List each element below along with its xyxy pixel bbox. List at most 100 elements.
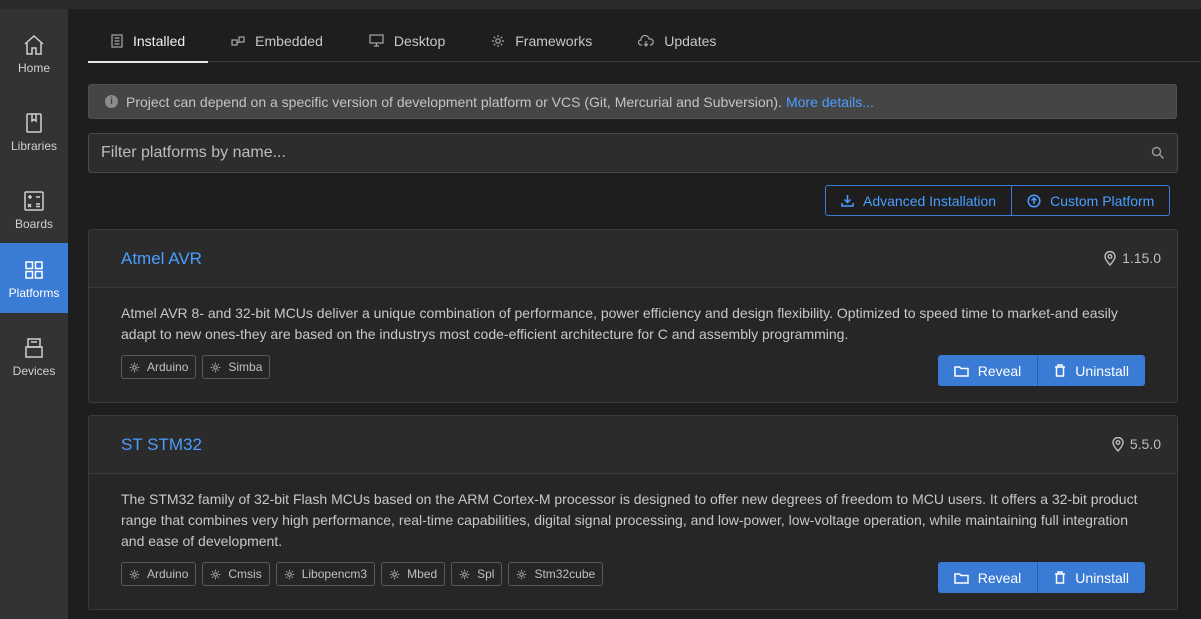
sidebar-item-label: Devices [12,364,56,378]
sidebar-item-label: Home [17,61,50,75]
platform-card-header: Atmel AVR 1.15.0 [89,230,1177,288]
monitor-icon [369,34,384,47]
uninstall-button[interactable]: Uninstall [1038,562,1145,593]
framework-tag-label: Simba [228,360,263,374]
filter-field [88,133,1178,173]
advanced-installation-button[interactable]: Advanced Installation [825,185,1013,216]
sidebar-item-label: Libraries [10,139,58,153]
tab-bar: Installed Embedded Desktop Frameworks Up… [88,19,1201,63]
device-icon [22,336,46,360]
framework-tag[interactable]: Mbed [381,562,446,586]
platform-name-link[interactable]: Atmel AVR [121,249,202,269]
framework-tag[interactable]: Cmsis [202,562,270,586]
info-icon: i [105,95,118,108]
sidebar-item-label: Platforms [8,286,60,300]
framework-tags: Arduino Cmsis Libopencm3 Mbed Spl Stm32c… [121,562,604,586]
reveal-label: Reveal [977,569,1022,586]
search-icon[interactable] [1151,146,1165,160]
sidebar-item-home[interactable]: Home [0,18,68,88]
reveal-label: Reveal [977,362,1022,379]
download-icon [841,195,854,207]
trash-icon [1055,571,1066,584]
gear-icon [389,569,400,579]
gear-icon [492,34,505,47]
tab-installed[interactable]: Installed [88,19,209,63]
book-icon [22,111,46,135]
framework-tag[interactable]: Arduino [121,562,197,586]
framework-tag[interactable]: Stm32cube [508,562,604,586]
home-icon [22,33,46,57]
folder-icon [953,572,969,584]
filter-platforms-input[interactable] [89,134,1177,172]
gear-icon [129,362,140,372]
tab-label: Installed [133,32,186,49]
platform-name-link[interactable]: ST STM32 [121,435,202,455]
gear-icon [129,569,140,579]
tab-embedded[interactable]: Embedded [208,19,346,62]
version-text: 1.15.0 [1122,250,1161,266]
tab-label: Desktop [393,32,446,49]
tab-updates[interactable]: Updates [615,19,739,62]
framework-tag-label: Spl [477,567,495,581]
cloud-download-icon [638,34,654,47]
tab-desktop[interactable]: Desktop [346,19,468,62]
framework-tag[interactable]: Arduino [121,355,197,379]
gear-icon [211,569,221,579]
document-icon [111,33,123,48]
advanced-installation-label: Advanced Installation [863,192,997,209]
platform-actions: Reveal Uninstall [937,355,1145,386]
gear-icon [517,569,527,579]
tab-frameworks[interactable]: Frameworks [468,19,615,62]
framework-tag[interactable]: Simba [202,355,271,379]
sidebar-item-boards[interactable]: Boards [0,174,68,244]
more-details-link[interactable]: More details... [786,94,874,110]
framework-tag-label: Libopencm3 [301,567,368,581]
framework-tags: Arduino Simba [121,355,271,379]
uninstall-label: Uninstall [1075,362,1129,379]
framework-tag-label: Arduino [147,567,189,581]
install-button-group: Advanced Installation Custom Platform [825,185,1171,216]
platform-version: 1.15.0 [1104,250,1161,266]
platform-card: ST STM32 5.5.0 The STM32 family of 32-bi… [88,415,1178,610]
framework-tag-label: Arduino [147,360,189,374]
location-pin-icon [1104,250,1116,266]
platform-description: Atmel AVR 8- and 32-bit MCUs deliver a u… [121,305,1118,342]
tab-label: Frameworks [515,32,593,49]
reveal-button[interactable]: Reveal [937,355,1039,386]
uninstall-button[interactable]: Uninstall [1038,355,1145,386]
calculator-icon [22,189,46,213]
tab-label: Updates [664,32,717,49]
framework-tag[interactable]: Libopencm3 [275,562,376,586]
circle-arrow-up-icon [1027,193,1041,208]
framework-tag[interactable]: Spl [451,562,503,586]
sidebar-item-platforms[interactable]: Platforms [0,243,68,313]
reveal-button[interactable]: Reveal [937,562,1039,593]
sidebar: Home Libraries Boards Platforms Devices [0,9,68,619]
sidebar-item-label: Boards [14,217,54,231]
notice-text: Project can depend on a specific version… [126,93,782,110]
gear-icon [284,569,294,579]
info-notice: i Project can depend on a specific versi… [88,84,1177,119]
sidebar-item-devices[interactable]: Devices [0,321,68,391]
main-content: Installed Embedded Desktop Frameworks Up… [68,9,1201,619]
platform-card: Atmel AVR 1.15.0 Atmel AVR 8- and 32-bit… [88,229,1178,403]
platform-description: The STM32 family of 32-bit Flash MCUs ba… [121,491,1138,549]
platform-actions: Reveal Uninstall [937,562,1145,593]
folder-icon [953,365,969,377]
gear-icon [211,362,221,372]
location-pin-icon [1112,436,1124,452]
platform-card-header: ST STM32 5.5.0 [89,416,1177,474]
custom-platform-button[interactable]: Custom Platform [1012,185,1171,216]
sidebar-item-libraries[interactable]: Libraries [0,96,68,166]
tab-label: Embedded [255,32,323,49]
version-text: 5.5.0 [1129,436,1161,452]
gear-icon [459,569,470,579]
framework-tag-label: Stm32cube [534,567,596,581]
framework-tag-label: Cmsis [228,567,262,581]
chip-icon [231,35,245,46]
framework-tag-label: Mbed [407,567,438,581]
trash-icon [1055,364,1066,377]
uninstall-label: Uninstall [1075,569,1129,586]
window-top-strip [0,0,1201,9]
custom-platform-label: Custom Platform [1050,192,1155,209]
